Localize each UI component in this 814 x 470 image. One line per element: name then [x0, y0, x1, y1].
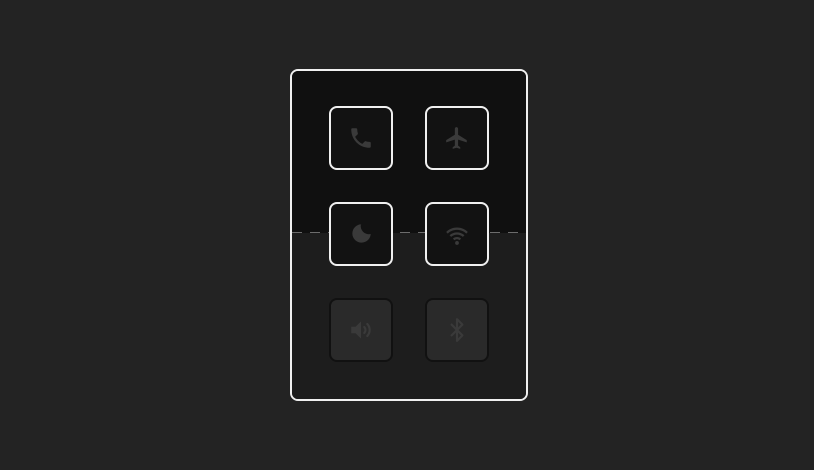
- sound-button[interactable]: [329, 298, 393, 362]
- airplane-icon: [444, 125, 470, 151]
- airplane-mode-button[interactable]: [425, 106, 489, 170]
- moon-icon: [348, 221, 374, 247]
- phone-icon: [348, 125, 374, 151]
- quick-settings-panel: [290, 69, 528, 401]
- wifi-icon: [444, 221, 470, 247]
- speaker-icon: [348, 317, 374, 343]
- bluetooth-icon: [444, 317, 470, 343]
- panel-bottom-section: [292, 233, 526, 399]
- wifi-button[interactable]: [425, 202, 489, 266]
- do-not-disturb-button[interactable]: [329, 202, 393, 266]
- panel-top-section: [292, 71, 526, 233]
- section-divider: [292, 232, 526, 233]
- phone-button[interactable]: [329, 106, 393, 170]
- bluetooth-button[interactable]: [425, 298, 489, 362]
